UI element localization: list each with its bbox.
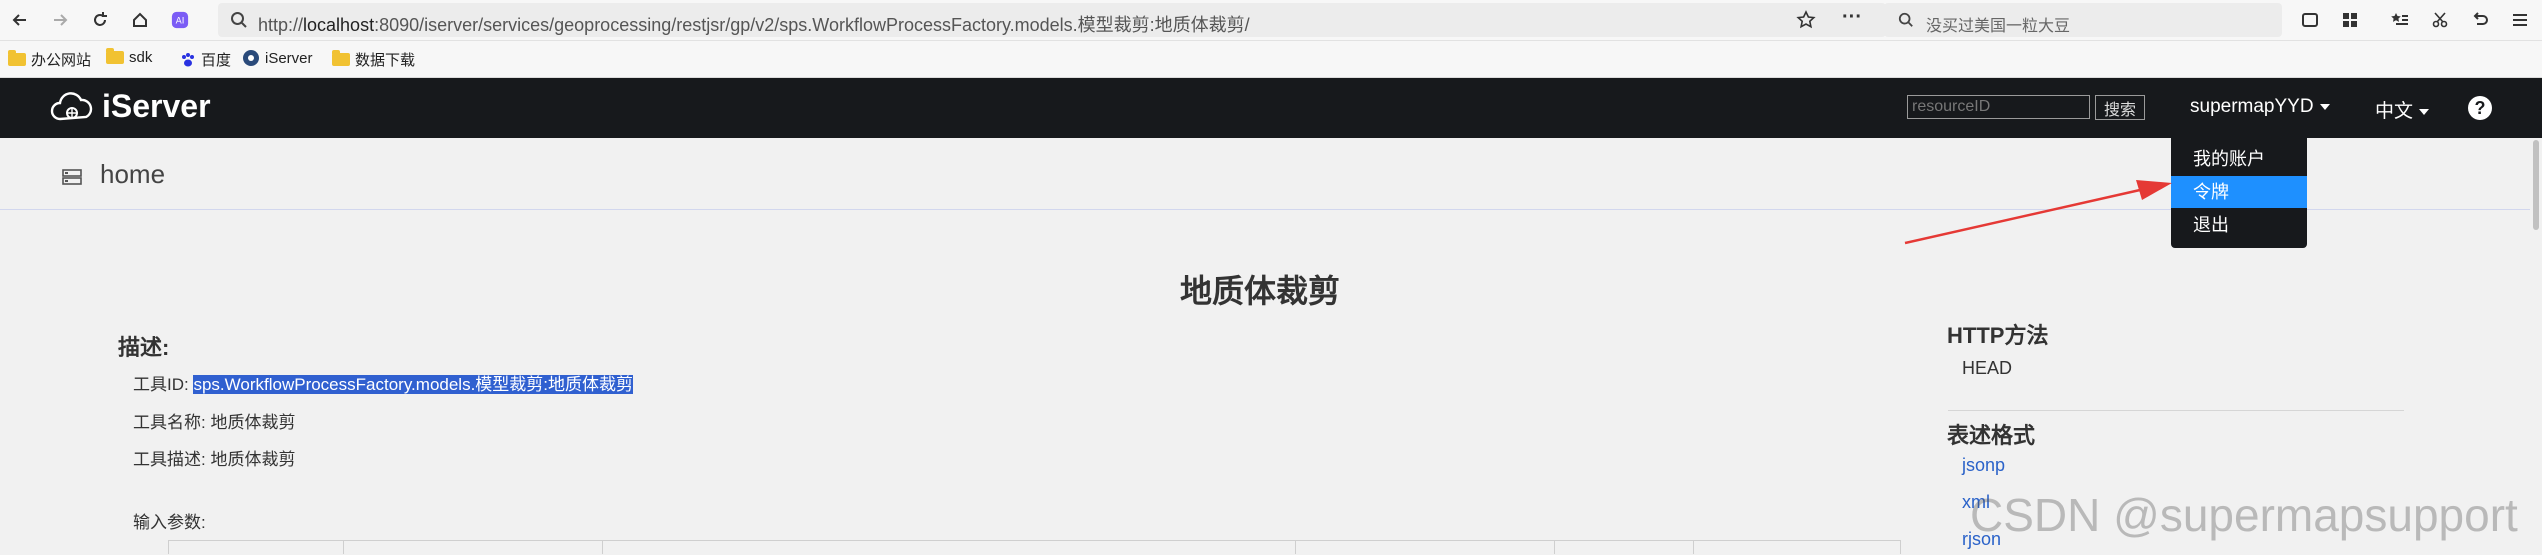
- undo-icon[interactable]: [2466, 6, 2494, 34]
- caret-down-icon: [2419, 108, 2430, 115]
- browser-search-box[interactable]: 没买过美国一粒大豆: [1884, 3, 2282, 37]
- server-stack-icon: [62, 169, 82, 185]
- user-dropdown-menu: 我的账户 令牌 退出: [2171, 138, 2307, 248]
- bookmark-item[interactable]: sdk: [106, 48, 152, 66]
- divider: [1948, 410, 2404, 411]
- address-bar[interactable]: http://localhost:8090/iserver/services/g…: [218, 3, 1886, 37]
- input-params-label: 输入参数:: [133, 513, 206, 532]
- folder-icon: [8, 50, 26, 66]
- logo-text: iServer: [102, 88, 211, 124]
- menu-item-my-account[interactable]: 我的账户: [2171, 143, 2307, 175]
- language-menu-toggle[interactable]: 中文: [2375, 96, 2430, 123]
- scrollbar-thumb[interactable]: [2533, 140, 2539, 230]
- tool-id-label: 工具ID:: [133, 375, 189, 394]
- http-method-value: HEAD: [1962, 358, 2013, 378]
- format-link-jsonp[interactable]: jsonp: [1962, 455, 2005, 476]
- bookmark-item[interactable]: iServer: [242, 49, 313, 67]
- tool-id-field: 工具ID: sps.WorkflowProcessFactory.models.…: [133, 370, 634, 395]
- browser-toolbar: AI http://localhost:8090/iserver/service…: [0, 0, 2542, 41]
- breadcrumb: home: [0, 139, 2530, 210]
- reload-icon[interactable]: [86, 6, 114, 34]
- watermark: CSDN @supermapsupport: [1970, 489, 2518, 541]
- user-name: supermapYYD: [2190, 96, 2314, 117]
- tool-id-value[interactable]: sps.WorkflowProcessFactory.models.模型裁剪:地…: [193, 375, 634, 394]
- format-heading: 表述格式: [1947, 423, 2036, 448]
- menu-item-token[interactable]: 令牌: [2171, 176, 2307, 208]
- help-icon[interactable]: ?: [2468, 96, 2492, 120]
- table-column-divider: [1900, 540, 1901, 554]
- description-heading: 描述:: [118, 335, 170, 360]
- language-label: 中文: [2375, 101, 2414, 122]
- params-table: [168, 540, 1900, 555]
- table-column-divider: [602, 540, 603, 554]
- folder-icon: [106, 48, 124, 64]
- tool-name-field: 工具名称: 地质体裁剪: [133, 408, 295, 433]
- search-button[interactable]: 搜索: [2095, 95, 2145, 120]
- forward-icon[interactable]: [46, 6, 74, 34]
- baidu-paw-icon: [182, 52, 194, 66]
- menu-icon[interactable]: [2506, 6, 2534, 34]
- user-menu-toggle[interactable]: supermapYYD: [2190, 96, 2330, 118]
- iserver-icon: [243, 50, 259, 66]
- more-icon[interactable]: ···: [1842, 6, 1862, 29]
- caret-down-icon: [2319, 103, 2330, 110]
- bookmarks-bar: 办公网站 sdk 百度 iServer 数据下载: [0, 41, 2542, 78]
- resource-id-input[interactable]: [1907, 95, 2090, 119]
- scissors-icon[interactable]: [2426, 6, 2454, 34]
- cloud-logo-icon: [50, 91, 93, 120]
- bookmark-item[interactable]: 百度: [180, 49, 231, 70]
- url-text: http://localhost:8090/iserver/services/g…: [258, 15, 1250, 35]
- iserver-logo[interactable]: iServer: [50, 88, 211, 125]
- page-title: 地质体裁剪: [1179, 273, 1340, 309]
- tool-name-label: 工具名称:: [133, 413, 206, 432]
- ai-extension-icon[interactable]: AI: [166, 6, 194, 34]
- breadcrumb-home[interactable]: home: [100, 159, 165, 190]
- search-icon: [231, 12, 247, 28]
- search-icon: [1898, 12, 1913, 27]
- table-column-divider: [1693, 540, 1694, 554]
- table-column-divider: [1295, 540, 1296, 554]
- bookmark-item[interactable]: 数据下载: [332, 49, 415, 70]
- tool-desc-label: 工具描述:: [133, 450, 206, 469]
- menu-item-logout[interactable]: 退出: [2171, 209, 2307, 241]
- folder-icon: [332, 50, 350, 66]
- table-column-divider: [1554, 540, 1555, 554]
- table-column-divider: [168, 540, 169, 554]
- tool-desc-value: 地质体裁剪: [210, 450, 296, 469]
- grid-apps-icon[interactable]: [2336, 6, 2364, 34]
- back-icon[interactable]: [6, 6, 34, 34]
- svg-text:AI: AI: [176, 17, 185, 27]
- search-placeholder: 没买过美国一粒大豆: [1926, 18, 2071, 35]
- http-method-heading: HTTP方法: [1947, 323, 2049, 348]
- bookmark-item[interactable]: 办公网站: [8, 49, 91, 70]
- bookmark-star-icon[interactable]: [1796, 10, 1816, 30]
- app-navbar: iServer 搜索 supermapYYD 中文 ?: [0, 78, 2542, 138]
- table-column-divider: [343, 540, 344, 554]
- reader-view-icon[interactable]: [2296, 6, 2324, 34]
- home-page-icon[interactable]: [126, 6, 154, 34]
- tool-name-value: 地质体裁剪: [210, 413, 296, 432]
- tool-desc-field: 工具描述: 地质体裁剪: [133, 445, 295, 470]
- favorites-list-icon[interactable]: [2386, 6, 2414, 34]
